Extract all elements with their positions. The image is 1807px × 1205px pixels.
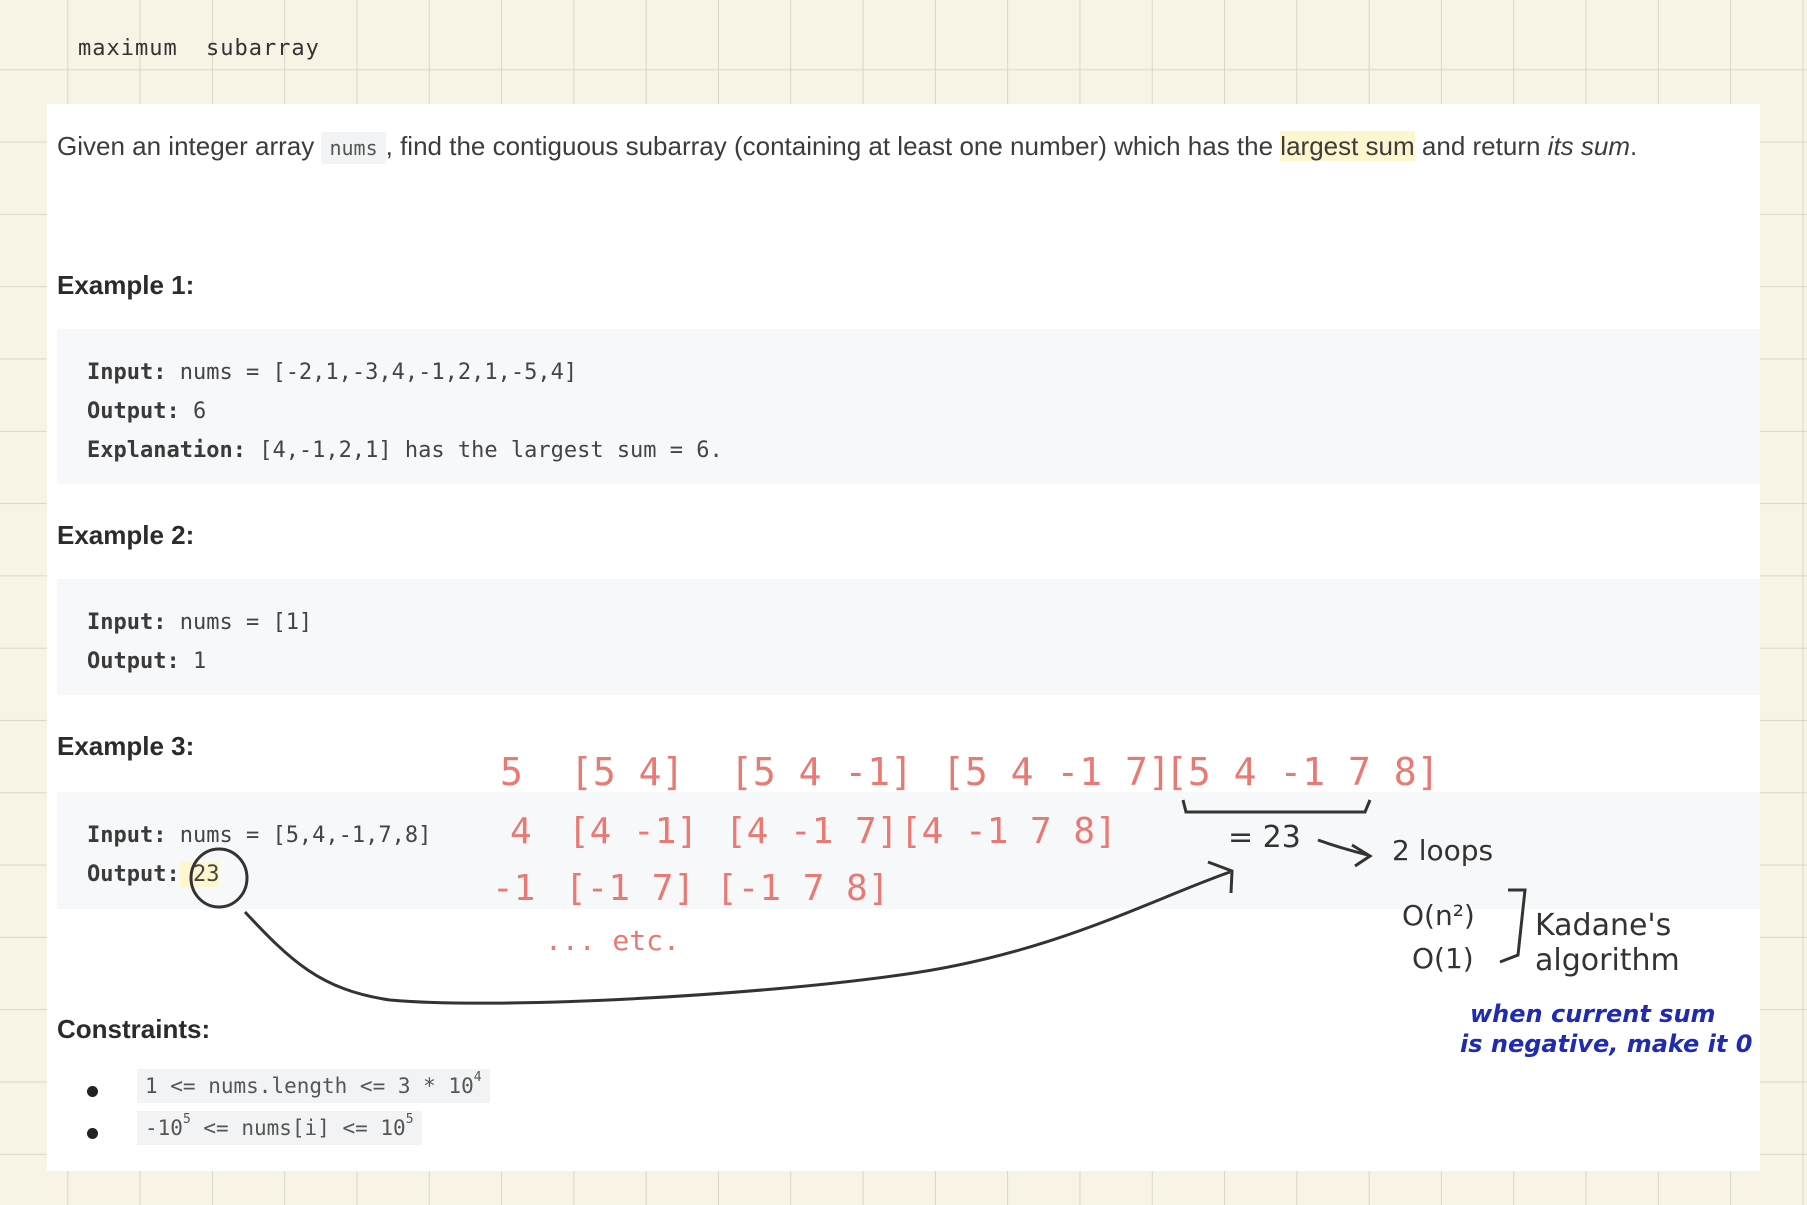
bullet-icon [87,1086,98,1097]
code-line: Input: nums = [-2,1,-3,4,-1,2,1,-5,4] [87,360,578,385]
problem-description: Given an integer array nums, find the co… [57,131,1757,164]
code-line: Output: 1 [87,649,207,674]
desc-highlight: largest sum [1280,131,1415,161]
problem-card: Given an integer array nums, find the co… [47,104,1760,1171]
example-3-code: Input: nums = [5,4,-1,7,8] Output: 23 [57,792,1760,909]
code-line: Input: nums = [1] [87,610,313,635]
example-1-heading: Example 1: [57,270,195,300]
bullet-icon [87,1128,98,1139]
example-2-heading: Example 2: [57,520,195,550]
code-line: Input: nums = [5,4,-1,7,8] [87,823,432,848]
inline-code-nums: nums [321,132,386,164]
code-line: Explanation: [4,-1,2,1] has the largest … [87,438,723,463]
desc-text: and return [1414,131,1548,161]
desc-text: (containing at least one number) which h… [726,131,1281,161]
note-title: maximum subarray [78,36,320,61]
code-line: Output: 6 [87,399,207,424]
constraint-item: -105 <= nums[i] <= 105 [87,1111,490,1158]
code-line: Output: 23 [87,862,220,887]
constraint-code: -105 <= nums[i] <= 105 [137,1111,422,1145]
desc-emphasis: its sum [1547,131,1631,161]
example-2-code: Input: nums = [1] Output: 1 [57,579,1760,695]
constraint-code: 1 <= nums.length <= 3 * 104 [137,1069,490,1103]
example-3-heading: Example 3: [57,731,195,761]
output-highlight: 23 [179,862,220,887]
constraint-item: 1 <= nums.length <= 3 * 104 [87,1069,490,1116]
desc-text: Given an integer array [57,131,322,161]
constraints-list: 1 <= nums.length <= 3 * 104 -105 <= nums… [87,1069,490,1158]
desc-text: . [1630,131,1638,161]
constraints-heading: Constraints: [57,1014,211,1044]
desc-text: , find the contiguous [385,131,626,161]
example-1-code: Input: nums = [-2,1,-3,4,-1,2,1,-5,4] Ou… [57,329,1760,484]
desc-highlight: subarray [625,131,727,161]
